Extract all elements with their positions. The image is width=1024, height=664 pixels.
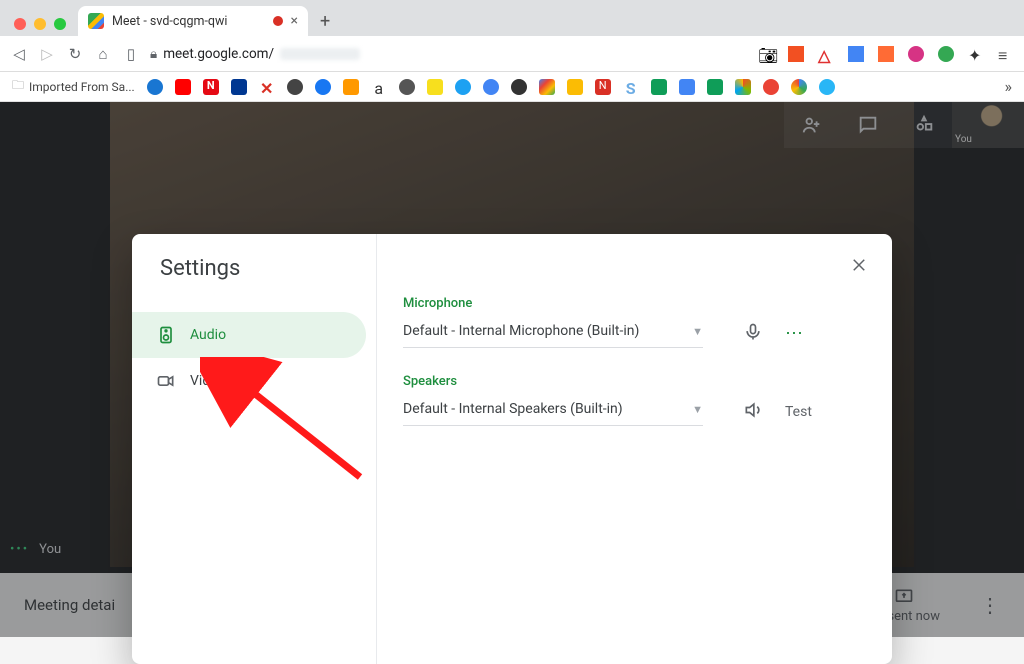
close-window-button[interactable] xyxy=(14,18,26,30)
bookmark-icon[interactable] xyxy=(539,79,555,95)
bookmark-icon[interactable] xyxy=(735,79,751,95)
tabstrip: Meet - svd-cqgm-qwi × + xyxy=(0,0,1024,36)
dialog-title: Settings xyxy=(160,256,240,281)
mic-level-icon xyxy=(743,322,763,346)
bookmark-icon[interactable]: N xyxy=(203,79,219,95)
bookmark-icon[interactable]: N xyxy=(595,79,611,95)
url-text: meet.google.com/ xyxy=(163,46,274,62)
close-tab-button[interactable]: × xyxy=(291,13,298,29)
bookmark-label: Imported From Sa... xyxy=(29,80,135,94)
bookmark-icon[interactable] xyxy=(175,79,191,95)
microphone-field: Microphone Default - Internal Microphone… xyxy=(403,296,866,348)
bookmark-icon[interactable] xyxy=(231,79,247,95)
extensions-menu-icon[interactable]: ✦ xyxy=(968,46,984,62)
mic-more-button[interactable]: ⋯ xyxy=(785,323,805,344)
extension-icon[interactable]: △ xyxy=(818,46,834,62)
browser-tab[interactable]: Meet - svd-cqgm-qwi × xyxy=(78,6,308,36)
speakers-select[interactable]: Default - Internal Speakers (Built-in) ▼ xyxy=(403,397,703,426)
bookmark-icon[interactable] xyxy=(819,79,835,95)
settings-main: Microphone Default - Internal Microphone… xyxy=(377,234,892,664)
extension-icon[interactable] xyxy=(938,46,954,62)
new-tab-button[interactable]: + xyxy=(310,11,340,36)
tab-title: Meet - svd-cqgm-qwi xyxy=(112,14,227,29)
bookmark-icon[interactable] xyxy=(147,79,163,95)
speakers-field: Speakers Default - Internal Speakers (Bu… xyxy=(403,374,866,426)
sidebar-item-video[interactable]: Video xyxy=(132,358,366,404)
minimize-window-button[interactable] xyxy=(34,18,46,30)
bookmark-icon[interactable] xyxy=(315,79,331,95)
microphone-select[interactable]: Default - Internal Microphone (Built-in)… xyxy=(403,319,703,348)
speaker-icon xyxy=(156,325,176,345)
extension-icon[interactable] xyxy=(878,46,894,62)
camera-icon xyxy=(156,371,176,391)
meet-favicon-icon xyxy=(88,13,104,29)
address-bar: ◁ ▷ ↻ ⌂ ▯ 🔒︎ meet.google.com/ 📷︎ △ ✦ ≡ xyxy=(0,36,1024,72)
sidebar-label: Audio xyxy=(190,327,226,343)
browser-chrome: Meet - svd-cqgm-qwi × + ◁ ▷ ↻ ⌂ ▯ 🔒︎ mee… xyxy=(0,0,1024,102)
window-controls[interactable] xyxy=(8,18,76,36)
settings-sidebar: Audio Video xyxy=(132,234,377,664)
home-button[interactable]: ⌂ xyxy=(94,45,112,63)
bookmark-icon[interactable] xyxy=(511,79,527,95)
chevron-down-icon: ▼ xyxy=(692,325,703,338)
meet-page: You ••• You Meeting detai Turn on captio… xyxy=(0,102,1024,637)
bookmark-folder[interactable]: 🗀 Imported From Sa... xyxy=(12,76,135,97)
extension-icon[interactable] xyxy=(908,46,924,62)
microphone-label: Microphone xyxy=(403,296,866,311)
maximize-window-button[interactable] xyxy=(54,18,66,30)
bookmarks-bar: 🗀 Imported From Sa... N ✕ a N S » xyxy=(0,72,1024,102)
forward-button[interactable]: ▷ xyxy=(38,45,56,63)
reload-button[interactable]: ↻ xyxy=(66,45,84,63)
speakers-value: Default - Internal Speakers (Built-in) xyxy=(403,401,623,417)
bookmark-icon[interactable] xyxy=(791,79,807,95)
bookmark-icon[interactable] xyxy=(679,79,695,95)
bookmark-icon[interactable] xyxy=(763,79,779,95)
extension-icon[interactable] xyxy=(788,46,804,62)
sidebar-label: Video xyxy=(190,373,226,389)
speakers-label: Speakers xyxy=(403,374,866,389)
test-speakers-button[interactable]: Test xyxy=(785,404,812,420)
bookmark-icon[interactable] xyxy=(427,79,443,95)
bookmarks-overflow-button[interactable]: » xyxy=(1005,77,1013,96)
volume-icon xyxy=(743,400,763,424)
camera-indicator-icon[interactable]: 📷︎ xyxy=(758,46,774,62)
bookmark-button[interactable]: ▯ xyxy=(122,45,140,63)
bookmark-icon[interactable]: ✕ xyxy=(259,79,275,95)
microphone-value: Default - Internal Microphone (Built-in) xyxy=(403,323,639,339)
bookmark-icon[interactable] xyxy=(455,79,471,95)
extensions-area: 📷︎ △ ✦ ≡ xyxy=(758,46,1014,62)
bookmark-icon[interactable]: S xyxy=(623,79,639,95)
url-blur xyxy=(280,48,360,60)
lock-icon: 🔒︎ xyxy=(150,46,157,62)
bookmark-icon[interactable] xyxy=(399,79,415,95)
bookmark-icon[interactable] xyxy=(343,79,359,95)
sidebar-item-audio[interactable]: Audio xyxy=(132,312,366,358)
bookmark-icon[interactable] xyxy=(651,79,667,95)
chevron-down-icon: ▼ xyxy=(692,403,703,416)
settings-dialog: Settings Audio Video Microphone xyxy=(132,234,892,664)
back-button[interactable]: ◁ xyxy=(10,45,28,63)
extension-icon[interactable] xyxy=(848,46,864,62)
bookmark-icon[interactable] xyxy=(483,79,499,95)
bookmark-icon[interactable] xyxy=(567,79,583,95)
browser-menu-icon[interactable]: ≡ xyxy=(998,46,1014,62)
bookmark-icon[interactable] xyxy=(707,79,723,95)
recording-indicator-icon xyxy=(273,16,283,26)
bookmark-icon[interactable] xyxy=(287,79,303,95)
bookmark-icon[interactable]: a xyxy=(371,79,387,95)
folder-icon: 🗀 xyxy=(12,76,24,97)
url-field[interactable]: 🔒︎ meet.google.com/ xyxy=(150,46,748,62)
